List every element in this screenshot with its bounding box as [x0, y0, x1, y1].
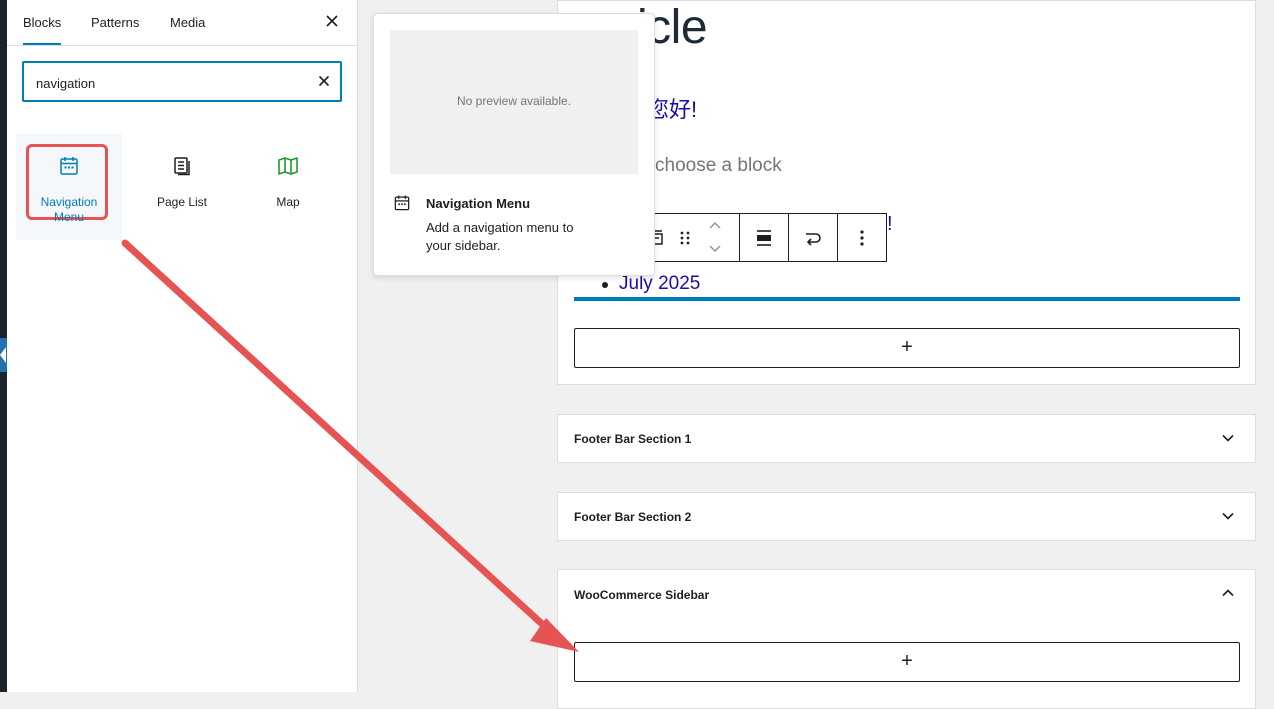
widget-area-title[interactable]: WooCommerce Sidebar [574, 588, 709, 602]
block-inserter-panel: Blocks Patterns Media Navigation Menu [7, 0, 358, 692]
drag-handle[interactable] [675, 214, 695, 261]
chevron-up-icon [709, 221, 721, 229]
drag-handle-icon [680, 231, 690, 244]
clear-search-button[interactable] [318, 71, 330, 91]
widget-area-title: Footer Bar Section 2 [574, 510, 692, 524]
selected-block-indicator [574, 297, 1240, 301]
block-search [22, 61, 342, 102]
tab-blocks[interactable]: Blocks [23, 0, 62, 45]
chevron-down-icon [709, 245, 721, 253]
chevron-down-icon [1222, 434, 1234, 442]
close-icon [318, 75, 330, 87]
transform-button[interactable] [789, 214, 837, 261]
block-label: Map [276, 195, 300, 209]
admin-menu-edge [0, 0, 7, 692]
transform-icon [806, 232, 821, 246]
preview-description: Add a navigation menu to your sidebar. [426, 220, 574, 253]
block-page-list[interactable]: Page List [129, 134, 235, 240]
map-icon [278, 157, 298, 175]
block-toolbar [637, 213, 887, 262]
widget-area-footer-bar-2[interactable]: Footer Bar Section 2 [557, 492, 1256, 541]
page-list-icon [174, 157, 190, 176]
more-vertical-icon [860, 229, 864, 246]
block-label: Page List [156, 195, 208, 209]
chevron-up-icon[interactable] [1221, 586, 1235, 600]
more-options-button[interactable] [838, 214, 886, 261]
add-block-button[interactable]: + [574, 328, 1240, 368]
block-preview-popover: No preview available. Navigation Menu Ad… [373, 13, 655, 276]
widget-area-title: Footer Bar Section 1 [574, 432, 692, 446]
block-navigation-menu[interactable]: Navigation Menu [16, 134, 122, 240]
block-label: Navigation Menu [40, 195, 98, 224]
calendar-icon [394, 195, 410, 211]
inserter-tabs: Blocks Patterns Media [7, 0, 357, 46]
block-placeholder[interactable]: choose a block [655, 155, 782, 177]
align-button[interactable] [740, 214, 788, 261]
no-preview-text: No preview available. [456, 94, 572, 108]
widget-area-footer-bar-1[interactable]: Footer Bar Section 1 [557, 414, 1256, 463]
close-icon [326, 15, 338, 27]
tab-patterns[interactable]: Patterns [91, 0, 139, 45]
paragraph-fragment[interactable]: ! [887, 213, 893, 236]
preview-placeholder: No preview available. [390, 30, 638, 174]
archive-link[interactable]: July 2025 [619, 273, 700, 295]
align-wide-icon [757, 229, 771, 246]
close-inserter-button[interactable] [323, 13, 341, 31]
widget-area-woocommerce-sidebar: WooCommerce Sidebar [557, 569, 1256, 709]
add-block-button[interactable]: + [574, 642, 1240, 682]
move-down-button[interactable] [705, 238, 725, 260]
chevron-down-icon [1222, 512, 1234, 520]
move-up-button[interactable] [705, 214, 725, 236]
list-bullet [602, 282, 608, 288]
preview-title: Navigation Menu [426, 196, 531, 211]
block-map[interactable]: Map [235, 134, 341, 240]
block-search-input[interactable] [34, 72, 308, 94]
collapse-menu-handle[interactable] [0, 338, 7, 372]
calendar-icon [60, 157, 78, 175]
tab-media[interactable]: Media [170, 0, 205, 45]
